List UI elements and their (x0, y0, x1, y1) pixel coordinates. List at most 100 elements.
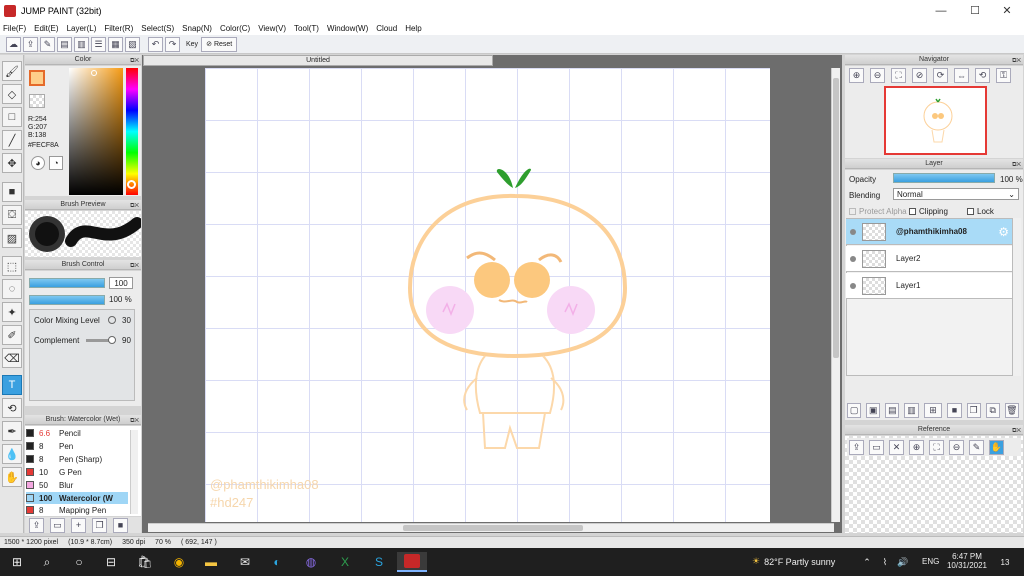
layer-opacity-slider[interactable] (893, 173, 995, 183)
panel-controls-icon[interactable]: ⧉✕ (1012, 160, 1021, 170)
panel-controls-icon[interactable]: ⧉✕ (130, 261, 139, 271)
reference-fit-icon[interactable]: ⛶ (929, 439, 944, 455)
edge-icon[interactable]: ◐ (266, 552, 288, 572)
eraser-tool-icon[interactable]: ◇ (2, 84, 22, 104)
hand-tool-icon[interactable]: ✋ (2, 467, 22, 487)
close-button[interactable]: ✕ (990, 0, 1024, 21)
text-tool-icon[interactable]: T (2, 375, 22, 395)
rotate-reset-icon[interactable]: ⟲ (975, 68, 990, 83)
brush-item-mapping-pen[interactable]: 8 Mapping Pen (26, 505, 128, 515)
select-pen-tool-icon[interactable]: ✐ (2, 325, 22, 345)
select-eraser-tool-icon[interactable]: ⌫ (2, 348, 22, 368)
document-tab[interactable]: Untitled (143, 55, 493, 66)
visibility-icon[interactable] (850, 228, 856, 235)
brush-new-icon[interactable]: + (71, 517, 86, 533)
select-rect-tool-icon[interactable]: ⬚ (2, 256, 22, 276)
brush-item-pen-sharp[interactable]: 8 Pen (Sharp) (26, 453, 128, 465)
brush-folder-dark-icon[interactable]: ■ (113, 517, 128, 533)
reference-upload-icon[interactable]: ⇪ (849, 439, 864, 455)
complement-knob[interactable] (108, 336, 116, 344)
layer-row-layer2[interactable]: Layer2 (846, 246, 1012, 272)
weather-widget[interactable]: ☀ 82°F Partly sunny (752, 556, 835, 567)
zoom-actual-icon[interactable]: ⊘ (912, 68, 927, 83)
visibility-icon[interactable] (850, 282, 856, 289)
list-icon[interactable]: ☰ (91, 36, 106, 52)
scrollbar-thumb[interactable] (833, 78, 839, 358)
rectangle-tool-icon[interactable]: □ (2, 107, 22, 127)
brush-item-g-pen[interactable]: 10 G Pen (26, 466, 128, 478)
fit-icon[interactable]: ⛶ (891, 68, 906, 83)
zoom-out-icon[interactable]: ⊖ (870, 68, 885, 83)
move-tool-icon[interactable]: ✥ (2, 153, 22, 173)
menu-filter[interactable]: Filter(R) (104, 24, 133, 33)
color-mixing-knob[interactable] (108, 316, 116, 324)
blending-select[interactable]: Normal ⌄ (893, 188, 1019, 200)
gear-icon[interactable]: ⚙ (998, 225, 1009, 239)
palette-icon[interactable]: ◕ (31, 156, 45, 170)
new-layer-8bit-icon[interactable]: ▣ (866, 402, 881, 418)
lasso-tool-icon[interactable]: ◌ (2, 279, 22, 299)
task-view-icon[interactable]: ○ (68, 552, 90, 572)
reference-close-icon[interactable]: ✕ (889, 439, 904, 455)
zoom-in-icon[interactable]: ⊕ (849, 68, 864, 83)
messenger-icon[interactable]: ◍ (300, 552, 322, 572)
notification-center[interactable]: 13 (994, 555, 1016, 571)
store-icon[interactable]: 🛍 (134, 552, 156, 572)
lock-toggle[interactable]: Lock (967, 207, 994, 216)
menu-edit[interactable]: Edit(E) (34, 24, 58, 33)
scrollbar-thumb[interactable] (403, 525, 583, 531)
magic-wand-tool-icon[interactable]: ✦ (2, 302, 22, 322)
lock-view-icon[interactable]: ⚿ (996, 68, 1011, 83)
add-layer-menu-icon[interactable]: ⊞ (923, 402, 943, 418)
brush-folder-icon[interactable]: ▭ (50, 517, 65, 533)
maximize-button[interactable]: ☐ (958, 0, 992, 21)
chrome-icon[interactable]: ◉ (168, 552, 190, 572)
grid-icon[interactable]: ▦ (108, 36, 123, 52)
pen-tool-icon[interactable]: ✒ (2, 421, 22, 441)
hue-slider-handle[interactable] (127, 180, 136, 189)
settings-list-icon[interactable]: ▧ (125, 36, 140, 52)
file-explorer-icon[interactable]: ▬ (200, 552, 222, 572)
menu-cloud[interactable]: Cloud (376, 24, 397, 33)
menu-tool[interactable]: Tool(T) (294, 24, 319, 33)
language-indicator[interactable]: ENG (922, 557, 939, 566)
menu-snap[interactable]: Snap(N) (182, 24, 212, 33)
search-icon[interactable]: ⌕ (36, 552, 58, 572)
eyedropper-tool-icon[interactable]: 💧 (2, 444, 22, 464)
clipping-toggle[interactable]: Clipping (909, 207, 948, 216)
panel-controls-icon[interactable]: ⧉✕ (130, 56, 139, 66)
brush-tool-icon[interactable]: 🖌 (2, 61, 22, 81)
widgets-icon[interactable]: ⊟ (100, 552, 122, 572)
new-halftone-layer-icon[interactable]: ▥ (904, 402, 919, 418)
jump-paint-taskbar-icon[interactable] (397, 552, 427, 572)
new-layer-1bit-icon[interactable]: ▤ (885, 402, 900, 418)
brush-opacity-slider[interactable] (29, 295, 105, 305)
navigator-preview[interactable] (884, 86, 987, 155)
main-color-swatch[interactable] (29, 70, 45, 86)
new-layer-icon[interactable]: ▢ (847, 402, 862, 418)
skype-icon[interactable]: S (368, 552, 390, 572)
merge-down-icon[interactable]: ⧉ (985, 402, 1000, 418)
reference-zoom-out-icon[interactable]: ⊖ (949, 439, 964, 455)
gradient-tool-icon[interactable]: ▨ (2, 228, 22, 248)
line-tool-icon[interactable]: ╱ (2, 130, 22, 150)
panel-controls-icon[interactable]: ⧉✕ (130, 416, 139, 426)
brush-item-pen[interactable]: 8 Pen (26, 440, 128, 452)
panel-controls-icon[interactable]: ⧉✕ (1012, 56, 1021, 66)
redo-icon[interactable]: ↷ (165, 36, 180, 52)
brush-item-blur[interactable]: 50 Blur (26, 479, 128, 491)
volume-icon[interactable]: 🔊 (892, 552, 914, 572)
brush-size-input[interactable]: 100 (109, 277, 133, 289)
visibility-icon[interactable] (850, 255, 856, 262)
undo-icon[interactable]: ↶ (148, 36, 163, 52)
drawing-canvas[interactable] (205, 68, 770, 522)
comment-icon[interactable]: ✎ (40, 36, 55, 52)
transparent-swatch[interactable] (29, 94, 45, 108)
brush-upload-icon[interactable]: ⇪ (29, 517, 44, 533)
menu-layer[interactable]: Layer(L) (67, 24, 97, 33)
menu-help[interactable]: Help (405, 24, 421, 33)
reference-hand-icon[interactable]: ✋ (989, 439, 1004, 455)
delete-layer-icon[interactable]: 🗑 (1004, 402, 1019, 418)
canvas-vertical-scrollbar[interactable] (831, 68, 840, 522)
reference-open-icon[interactable]: ▭ (869, 439, 884, 455)
